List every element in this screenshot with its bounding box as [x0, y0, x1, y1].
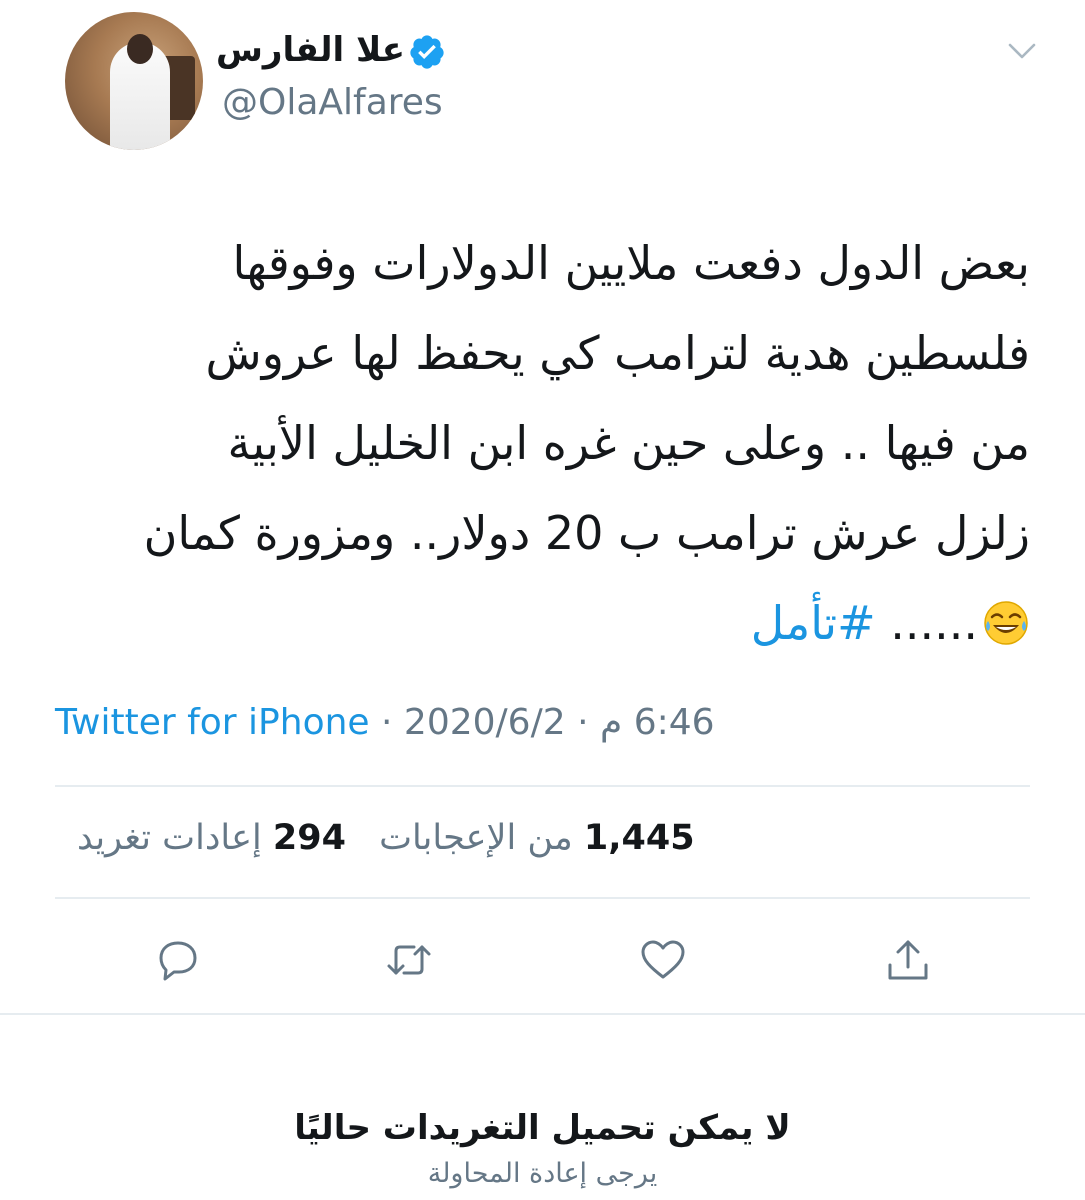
retweets-stat[interactable]: 294 إعادات تغريد: [77, 818, 346, 858]
likes-count: 1,445: [583, 818, 695, 858]
tweet-meta: Twitter for iPhone · 2020/6/2 · 6:46 م: [55, 702, 715, 743]
likes-label: من الإعجابات: [379, 818, 573, 858]
display-name[interactable]: علا الفارس: [216, 30, 405, 70]
meta-separator: ·: [381, 702, 393, 743]
user-handle[interactable]: @OlaAlfares: [222, 82, 443, 123]
tweet-date: 2020/6/2: [403, 702, 566, 743]
retweets-count: 294: [272, 818, 346, 858]
tweet-line: من فيها .. وعلى حين غره ابن الخليل الأبي…: [227, 416, 1030, 470]
avatar[interactable]: [65, 12, 203, 150]
ellipsis-text: ......: [875, 596, 978, 650]
tweet-last-line: ...... #تأمل: [60, 578, 1030, 668]
tweet-line: بعض الدول دفعت ملايين الدولارات وفوقها: [232, 236, 1030, 290]
tweet-time: 6:46 م: [599, 702, 715, 743]
avatar-head: [127, 34, 153, 64]
chevron-down-icon[interactable]: [1004, 38, 1040, 64]
retweets-label: إعادات تغريد: [77, 818, 262, 858]
likes-stat[interactable]: 1,445 من الإعجابات: [379, 818, 695, 858]
divider: [55, 785, 1030, 787]
retry-link[interactable]: يرجى إعادة المحاولة: [0, 1158, 1085, 1189]
retweet-icon[interactable]: [384, 935, 434, 985]
divider: [55, 897, 1030, 899]
tweet-stats: 1,445 من الإعجابات 294 إعادات تغريد: [55, 818, 695, 858]
source-link[interactable]: Twitter for iPhone: [55, 702, 370, 743]
load-error-title: لا يمكن تحميل التغريدات حاليًا: [294, 1108, 791, 1148]
share-icon[interactable]: [883, 935, 933, 985]
hashtag-link[interactable]: #تأمل: [751, 596, 876, 650]
tweet-text: بعض الدول دفعت ملايين الدولارات وفوقها ف…: [60, 218, 1030, 668]
tweet-page: علا الفارس @OlaAlfares بعض الدول دفعت مل…: [0, 0, 1085, 1200]
face-with-tears-of-joy-icon: [984, 601, 1028, 645]
meta-separator: ·: [577, 702, 589, 743]
like-heart-icon[interactable]: [638, 935, 688, 985]
tweet-line: زلزل عرش ترامب ب 20 دولار.. ومزورة كمان: [143, 506, 1030, 560]
divider: [0, 1013, 1085, 1015]
tweet-line: فلسطين هدية لترامب كي يحفظ لها عروش: [205, 326, 1030, 380]
verified-badge-icon: [410, 35, 444, 69]
reply-icon[interactable]: [153, 935, 203, 985]
